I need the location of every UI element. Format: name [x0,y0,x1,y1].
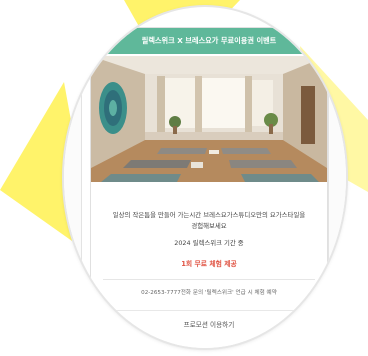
yoga-studio-photo [91,56,327,182]
event-period: 2024 릴렉스위크 기간 중 [174,239,244,247]
event-title: 릴렉스위크 X 브레스요가 무료이용권 이벤트 [91,28,327,54]
next-card[interactable] [328,54,346,336]
divider [103,279,315,280]
previous-card[interactable] [64,54,82,336]
event-benefit: 1회 무료 체험 제공 [181,260,237,268]
event-card: 릴렉스위크 X 브레스요가 무료이용권 이벤트 일상의 작은틈을 만들어 가는시… [90,27,328,348]
magnifier-lens: 에 다양한 습 수 릴렉스위크 X 브레스요가 무료이용권 이벤트 [64,7,346,348]
promotion-button[interactable]: 프로모션 이용하기 [91,319,327,329]
screenshot-stage: 에 다양한 습 수 릴렉스위크 X 브레스요가 무료이용권 이벤트 [0,0,368,356]
event-description: 일상의 작은틈을 만들어 가는시간 브레스요가스튜디오만의 요가스타일을 경험해… [112,211,306,230]
contact-info: 02-2653-7777전화 문의 '릴렉스위크' 언급 시 체험 예약 [141,290,277,296]
divider [91,310,327,311]
